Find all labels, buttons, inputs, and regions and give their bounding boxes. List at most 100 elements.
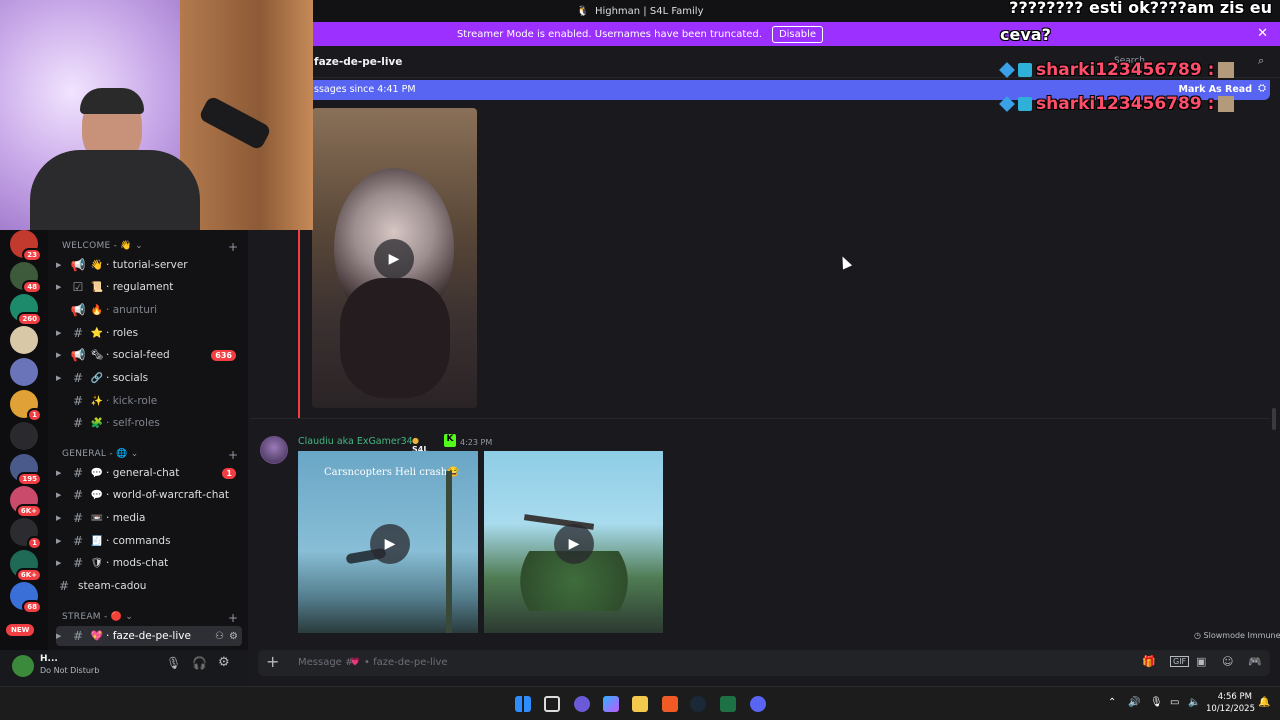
clock-date[interactable]: 10/12/2025 bbox=[1206, 704, 1255, 714]
channel-self-roles[interactable]: # 🧩 · self-roles bbox=[56, 413, 242, 433]
message-placeholder-prefix[interactable]: Message # bbox=[298, 657, 353, 668]
network-icon[interactable]: ▭ bbox=[1170, 697, 1179, 708]
video-attachment[interactable]: Carsncopters Heli crash😂 ▶ bbox=[298, 451, 478, 633]
channel-label: tutorial-server bbox=[112, 259, 188, 271]
server-icon[interactable]: 260 bbox=[10, 294, 42, 326]
apps-icon[interactable]: 🎮 bbox=[1248, 655, 1262, 668]
category-stream[interactable]: STREAM - 🔴 ⌄ + bbox=[62, 611, 238, 625]
message-author[interactable]: Claudiu aka ExGamer34 bbox=[298, 436, 413, 447]
channel-media[interactable]: ▶ # 📼 · media bbox=[56, 508, 242, 528]
volume-icon[interactable]: 🔈 bbox=[1188, 697, 1200, 708]
channel-mods-chat[interactable]: ▶ # 🛡 · mods-chat bbox=[56, 553, 242, 573]
channel-commands[interactable]: ▶ # 🧾 · commands bbox=[56, 531, 242, 551]
server-icon[interactable]: 23 bbox=[10, 230, 42, 262]
gear-icon[interactable]: ⚙ bbox=[229, 631, 238, 642]
avatar[interactable] bbox=[260, 436, 288, 464]
channel-social-feed[interactable]: ▶ 📢 🗞 · social-feed 636 bbox=[56, 345, 242, 365]
server-icon[interactable]: 1 bbox=[10, 518, 42, 550]
person-body bbox=[30, 150, 200, 230]
headphones-icon[interactable]: 🎧 bbox=[192, 656, 207, 670]
server-icon[interactable] bbox=[10, 358, 38, 386]
channel-faze-de-pe-live[interactable]: ▶ # 💖 · faze-de-pe-live ⚇ ⚙ bbox=[56, 626, 242, 646]
server-icon[interactable]: 1 bbox=[10, 390, 42, 422]
brave-browser-icon[interactable] bbox=[662, 696, 678, 712]
server-icon[interactable] bbox=[10, 326, 38, 354]
chevron-down-icon: ⌄ bbox=[135, 241, 143, 251]
channel-label: faze-de-pe-live bbox=[112, 630, 191, 642]
add-channel-icon[interactable]: + bbox=[228, 240, 238, 254]
microphone-icon[interactable]: 🎙 bbox=[166, 656, 181, 670]
channel-steam-cadou[interactable]: # steam-cadou bbox=[56, 576, 242, 596]
steam-icon[interactable] bbox=[690, 696, 706, 712]
cube-icon bbox=[999, 96, 1015, 112]
hashtag-icon: # bbox=[72, 556, 84, 570]
sticker-icon[interactable]: ▣ bbox=[1196, 655, 1206, 668]
gear-icon[interactable]: ⚙ bbox=[218, 655, 230, 670]
play-icon[interactable]: ▶ bbox=[370, 524, 410, 564]
search-icon[interactable]: ⌕ bbox=[1258, 54, 1264, 68]
channel-anunturi[interactable]: 📢 🔥 · anunturi bbox=[56, 300, 242, 320]
notification-icon[interactable]: 🔔 bbox=[1258, 697, 1270, 708]
category-welcome[interactable]: WELCOME - 👋 ⌄ + bbox=[62, 240, 238, 254]
file-explorer-icon[interactable] bbox=[632, 696, 648, 712]
channel-emoji: 📼 bbox=[90, 512, 104, 524]
windows-start-icon[interactable] bbox=[515, 696, 531, 712]
channel-regulament[interactable]: ▶ ☑ 📜 · regulament bbox=[56, 277, 242, 297]
user-name: H... bbox=[40, 654, 58, 664]
mark-read-icon[interactable]: ⛭ bbox=[1258, 83, 1266, 94]
channel-label: steam-cadou bbox=[78, 580, 147, 592]
hashtag-icon: # bbox=[72, 629, 84, 643]
add-attachment-icon[interactable]: + bbox=[266, 652, 279, 671]
add-member-icon[interactable]: ⚇ bbox=[215, 631, 224, 642]
channel-kick-role[interactable]: # ✨ · kick-role bbox=[56, 391, 242, 411]
category-general[interactable]: GENERAL - 🌐 ⌄ + bbox=[62, 448, 238, 462]
message-placeholder-channel[interactable]: • faze-de-pe-live bbox=[364, 657, 448, 668]
emoji-icon[interactable]: ☺ bbox=[1222, 655, 1233, 668]
scrollbar[interactable] bbox=[1272, 408, 1276, 430]
play-icon[interactable]: ▶ bbox=[554, 524, 594, 564]
channel-separator: · bbox=[106, 372, 113, 384]
channel-roles[interactable]: ▶ # ⭐ · roles bbox=[56, 323, 242, 343]
clock-time[interactable]: 4:56 PM bbox=[1210, 692, 1252, 702]
video-attachment[interactable]: ▶ bbox=[484, 451, 663, 633]
channel-label: anunturi bbox=[112, 304, 158, 316]
channel-tutorial-server[interactable]: ▶ 📢 👋 · tutorial-server bbox=[56, 255, 242, 275]
new-server-badge[interactable]: NEW bbox=[6, 624, 35, 636]
server-icon[interactable]: 48 bbox=[10, 262, 42, 294]
clock-icon: ◷ bbox=[1194, 631, 1201, 640]
server-icon[interactable]: 6K+ bbox=[10, 550, 42, 582]
channel-sidebar: WELCOME - 👋 ⌄ + ▶ 📢 👋 · tutorial-server ▶ ☑ 📜… bbox=[48, 228, 248, 650]
server-icon[interactable]: 68 bbox=[10, 582, 42, 614]
gift-icon[interactable]: 🎁 bbox=[1142, 655, 1156, 668]
close-icon[interactable]: ✕ bbox=[1257, 26, 1268, 41]
video-attachment[interactable]: ▶ bbox=[312, 108, 477, 408]
speaker-icon[interactable]: 🔊 bbox=[1128, 697, 1140, 708]
task-view-icon[interactable] bbox=[544, 696, 560, 712]
microphone-icon[interactable]: 🎙 bbox=[1150, 697, 1163, 708]
server-icon[interactable]: 195 bbox=[10, 454, 42, 486]
server-icon[interactable]: 6K+ bbox=[10, 486, 42, 518]
window-title: Highman | S4L Family bbox=[594, 5, 704, 17]
play-icon[interactable]: ▶ bbox=[374, 239, 414, 279]
message-composer[interactable]: + Message # 💗 • faze-de-pe-live 🎁 GIF ▣ … bbox=[258, 650, 1270, 676]
gif-icon[interactable]: GIF bbox=[1170, 656, 1190, 667]
message-accent-bar bbox=[298, 230, 300, 418]
channel-emoji: 🛡 bbox=[90, 557, 104, 569]
server-icon[interactable] bbox=[10, 422, 38, 450]
heart-icon: 💗 bbox=[350, 657, 360, 666]
avatar[interactable] bbox=[12, 655, 34, 677]
channel-general-chat[interactable]: ▶ # 💬 · general-chat 1 bbox=[56, 463, 242, 483]
microsoft-365-icon[interactable] bbox=[574, 696, 590, 712]
chevron-up-icon[interactable]: ⌃ bbox=[1108, 697, 1116, 708]
chevron-right-icon: ▶ bbox=[56, 261, 62, 269]
channel-world-of-warcraft-chat[interactable]: ▶ # 💬 · world-of-warcraft-chat bbox=[56, 485, 242, 505]
add-channel-icon[interactable]: + bbox=[228, 611, 238, 625]
hashtag-icon: # bbox=[72, 488, 84, 502]
category-label: STREAM - 🔴 bbox=[62, 612, 123, 622]
copilot-icon[interactable] bbox=[603, 696, 619, 712]
discord-icon[interactable] bbox=[750, 696, 766, 712]
disable-streamer-mode-button[interactable]: Disable bbox=[771, 25, 824, 43]
channel-socials[interactable]: ▶ # 🔗 · socials bbox=[56, 368, 242, 388]
excel-icon[interactable] bbox=[720, 696, 736, 712]
add-channel-icon[interactable]: + bbox=[228, 448, 238, 462]
